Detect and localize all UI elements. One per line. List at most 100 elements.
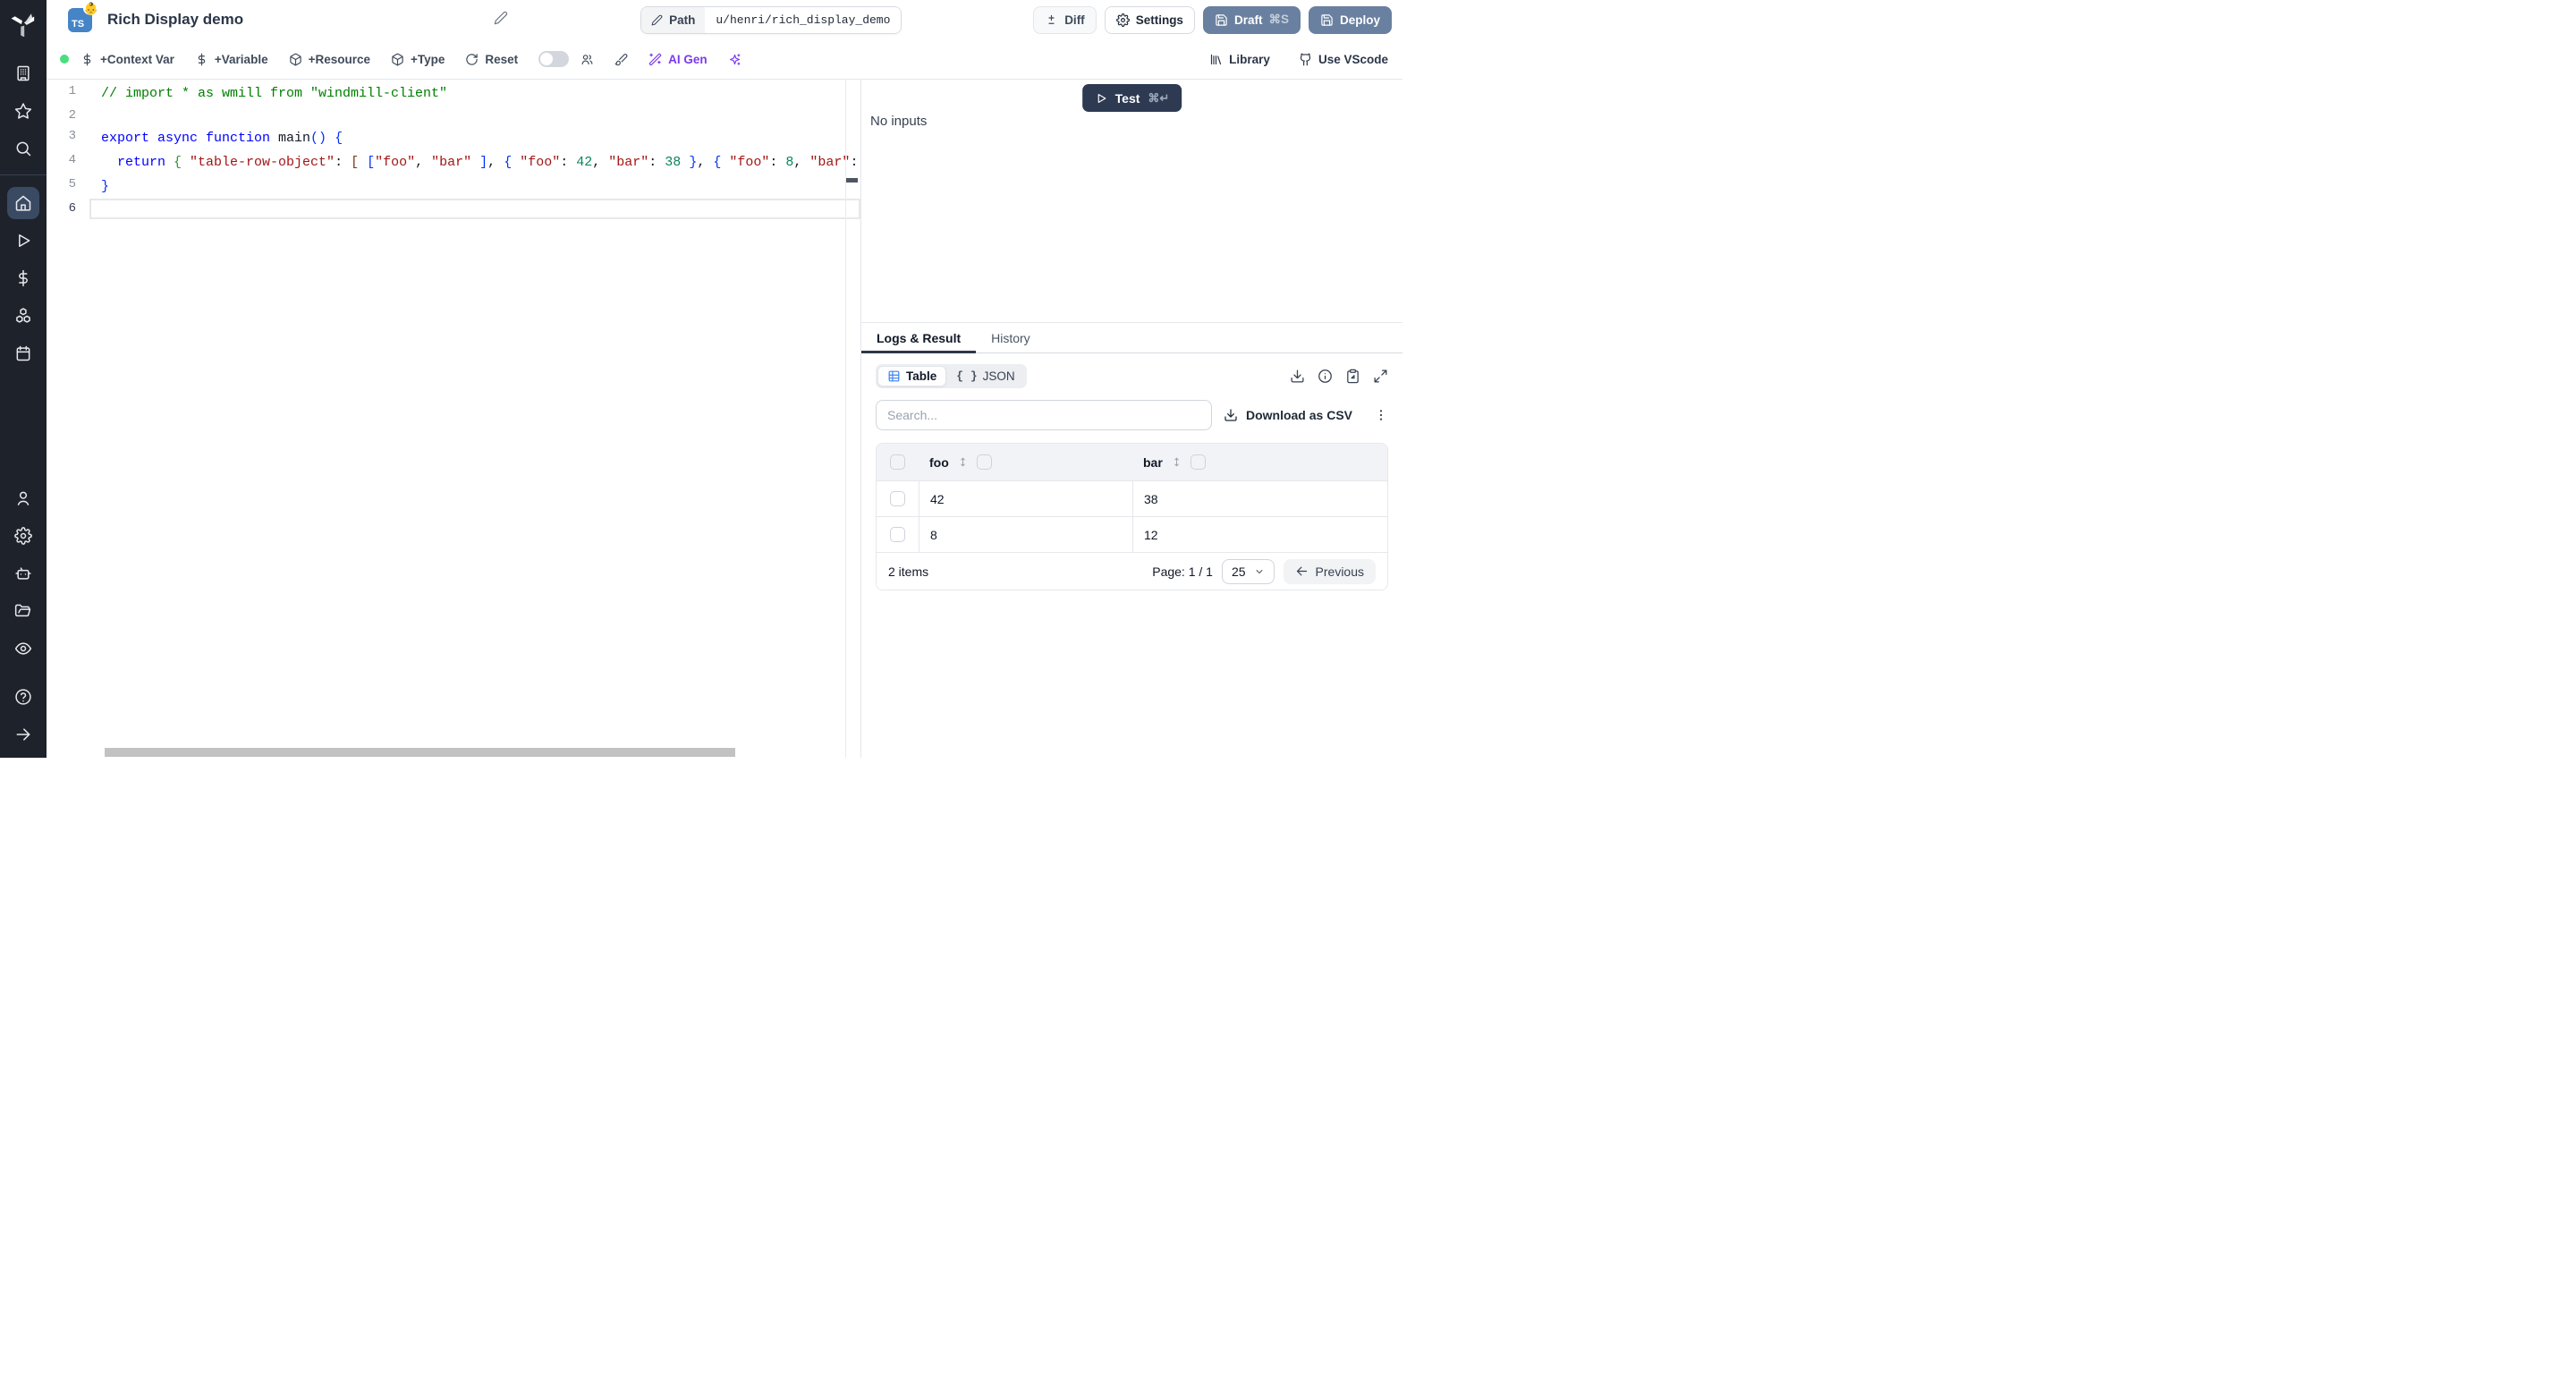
- sidebar-item-schedules[interactable]: [7, 337, 39, 369]
- preview-panel: Test ⌘↵ No inputs Logs & Result History: [860, 80, 1402, 758]
- deploy-button[interactable]: Deploy: [1309, 6, 1392, 34]
- pencil-icon: [494, 11, 508, 25]
- path-field[interactable]: Path u/henri/rich_display_demo: [640, 6, 902, 34]
- chevron-down-icon: [1254, 566, 1265, 577]
- tab-history[interactable]: History: [976, 323, 1046, 352]
- path-label: Path: [641, 7, 705, 33]
- clipboard-copy-icon[interactable]: [1345, 369, 1360, 384]
- sidebar-item-folders[interactable]: [7, 595, 39, 627]
- typescript-badge: TS 👶: [68, 8, 92, 32]
- download-csv-button[interactable]: Download as CSV: [1224, 408, 1352, 422]
- sidebar-item-runs[interactable]: [7, 225, 39, 257]
- sort-bar-icon[interactable]: [1171, 455, 1182, 469]
- page-title: Rich Display demo: [107, 11, 243, 29]
- sidebar-item-variables[interactable]: [7, 262, 39, 294]
- select-all-checkbox[interactable]: [890, 454, 905, 470]
- top-header: TS 👶 Rich Display demo Path u/henri/rich…: [47, 0, 1402, 39]
- line-number: 6: [47, 199, 89, 219]
- add-type-button[interactable]: +Type: [391, 53, 445, 66]
- code-line[interactable]: 6: [47, 199, 860, 219]
- calendar-icon: [14, 344, 32, 362]
- sidebar-item-help[interactable]: [7, 681, 39, 713]
- format-code-button[interactable]: [614, 53, 628, 66]
- code-lines: 1// import * as wmill from "windmill-cli…: [47, 81, 860, 219]
- column-header-foo: foo: [929, 455, 949, 470]
- ai-sparkles-button[interactable]: [728, 53, 741, 66]
- cell-foo: 8: [919, 517, 1132, 552]
- column-filter-checkbox-foo[interactable]: [977, 454, 992, 470]
- column-filter-checkbox-bar[interactable]: [1191, 454, 1206, 470]
- table-more-menu[interactable]: [1374, 408, 1388, 422]
- dollar-icon: [195, 53, 208, 66]
- sidebar-item-home[interactable]: [7, 187, 39, 219]
- sidebar-item-search[interactable]: [7, 132, 39, 165]
- rotate-cw-icon: [465, 53, 479, 66]
- editor-horizontal-scrollbar[interactable]: [89, 747, 845, 758]
- no-inputs-text: No inputs: [870, 114, 927, 129]
- sidebar-item-workspace[interactable]: [7, 57, 39, 89]
- sort-foo-icon[interactable]: [957, 455, 969, 469]
- use-vscode-button[interactable]: Use VScode: [1299, 53, 1388, 66]
- ai-gen-button[interactable]: AI Gen: [648, 53, 708, 66]
- view-table-option[interactable]: Table: [877, 366, 946, 386]
- edit-summary-button[interactable]: [494, 11, 508, 30]
- library-button[interactable]: Library: [1209, 53, 1270, 66]
- sidebar-item-audit[interactable]: [7, 632, 39, 665]
- scrollbar-thumb[interactable]: [105, 748, 735, 757]
- test-button[interactable]: Test ⌘↵: [1082, 84, 1182, 112]
- sidebar-item-resources[interactable]: [7, 300, 39, 332]
- add-variable-button[interactable]: +Variable: [195, 53, 268, 66]
- play-icon: [1095, 92, 1107, 105]
- table-row[interactable]: 8 12: [877, 516, 1387, 552]
- items-count: 2 items: [888, 564, 928, 579]
- diff-button[interactable]: Diff: [1033, 6, 1097, 34]
- draft-button[interactable]: Draft ⌘S: [1203, 6, 1301, 34]
- line-number: 3: [47, 126, 89, 150]
- github-octocat-icon: [1299, 53, 1312, 66]
- sidebar-divider: [0, 174, 47, 175]
- tab-logs-result[interactable]: Logs & Result: [861, 323, 976, 352]
- cell-bar: 38: [1132, 481, 1387, 516]
- row-checkbox[interactable]: [890, 527, 905, 542]
- download-icon[interactable]: [1290, 369, 1305, 384]
- table-row[interactable]: 42 38: [877, 480, 1387, 516]
- code-editor[interactable]: 1// import * as wmill from "windmill-cli…: [47, 80, 860, 758]
- arrow-right-icon: [14, 726, 32, 743]
- code-line[interactable]: 1// import * as wmill from "windmill-cli…: [47, 81, 860, 106]
- kebab-icon: [1374, 408, 1388, 422]
- sidebar-item-settings[interactable]: [7, 520, 39, 552]
- sidebar-item-users[interactable]: [7, 482, 39, 514]
- settings-button[interactable]: Settings: [1105, 6, 1195, 34]
- code-line[interactable]: 2: [47, 106, 860, 126]
- row-checkbox[interactable]: [890, 491, 905, 506]
- search-icon: [14, 140, 32, 157]
- sidebar-item-workers[interactable]: [7, 557, 39, 590]
- add-resource-button[interactable]: +Resource: [289, 53, 370, 66]
- code-line[interactable]: 3export async function main() {: [47, 126, 860, 150]
- diff-mode-toggle[interactable]: [538, 51, 569, 67]
- table-icon: [887, 369, 901, 383]
- code-line[interactable]: 4 return { "table-row-object": [ ["foo",…: [47, 150, 860, 174]
- wand-icon: [648, 53, 662, 66]
- line-number: 4: [47, 150, 89, 174]
- sidebar-expand-button[interactable]: [7, 718, 39, 751]
- cell-bar: 12: [1132, 517, 1387, 552]
- search-input[interactable]: [876, 400, 1212, 430]
- view-json-option[interactable]: { } JSON: [946, 366, 1024, 386]
- boxes-icon: [14, 307, 32, 325]
- add-context-var-button[interactable]: +Context Var: [80, 53, 174, 66]
- info-icon[interactable]: [1318, 369, 1333, 384]
- library-icon: [1209, 53, 1223, 66]
- multiplayer-button[interactable]: [580, 53, 594, 66]
- table-footer: 2 items Page: 1 / 1 25 Pre: [877, 552, 1387, 590]
- pencil-icon: [651, 14, 663, 26]
- page-size-select[interactable]: 25: [1222, 559, 1275, 584]
- test-shortcut: ⌘↵: [1148, 91, 1169, 106]
- windmill-logo-icon[interactable]: [10, 10, 37, 37]
- reset-button[interactable]: Reset: [465, 53, 518, 66]
- path-value[interactable]: u/henri/rich_display_demo: [705, 7, 901, 33]
- previous-page-button[interactable]: Previous: [1284, 559, 1376, 584]
- expand-icon[interactable]: [1373, 369, 1388, 384]
- sidebar-item-favorites[interactable]: [7, 95, 39, 127]
- code-line[interactable]: 5}: [47, 174, 860, 199]
